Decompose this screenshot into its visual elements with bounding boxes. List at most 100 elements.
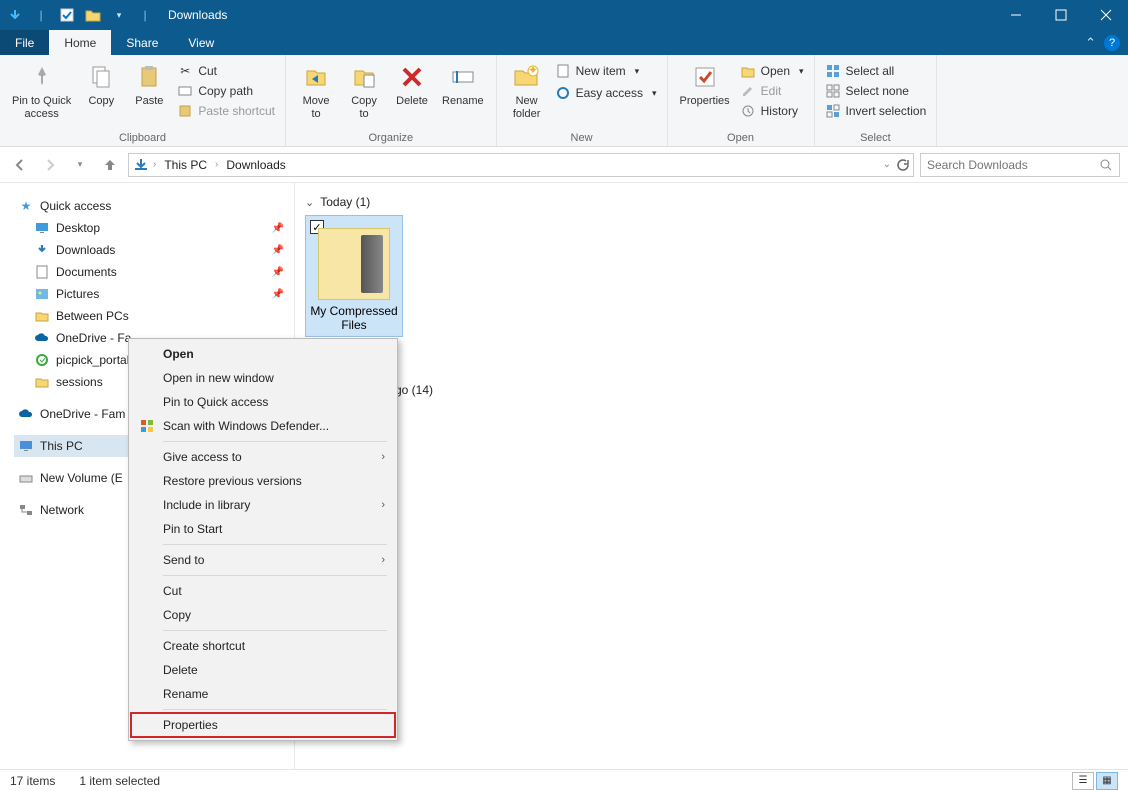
menu-bar: File Home Share View ⌃ ? (0, 30, 1128, 55)
ctx-give-access[interactable]: Give access to› (131, 445, 395, 469)
documents-icon (34, 264, 50, 280)
new-folder-button[interactable]: ✦ New folder (503, 59, 551, 123)
forward-button[interactable] (38, 153, 62, 177)
rename-button[interactable]: Rename (436, 59, 490, 123)
ribbon-group-new: ✦ New folder New item▾ Easy access▾ New (497, 55, 668, 146)
tab-file[interactable]: File (0, 30, 49, 55)
copy-button[interactable]: Copy (77, 59, 125, 123)
maximize-button[interactable] (1038, 0, 1083, 30)
new-item-button[interactable]: New item▾ (551, 61, 661, 81)
open-button[interactable]: Open▾ (736, 61, 808, 81)
file-item-compressed[interactable]: ✓ My Compressed Files (305, 215, 403, 337)
paste-shortcut-button[interactable]: Paste shortcut (173, 101, 279, 121)
ctx-pin-start[interactable]: Pin to Start (131, 517, 395, 541)
close-button[interactable] (1083, 0, 1128, 30)
up-button[interactable] (98, 153, 122, 177)
details-view-button[interactable]: ☰ (1072, 772, 1094, 790)
window-buttons (993, 0, 1128, 30)
history-button[interactable]: History (736, 101, 808, 121)
delete-button[interactable]: Delete (388, 59, 436, 123)
breadcrumb-thispc[interactable]: This PC (160, 156, 211, 174)
minimize-button[interactable] (993, 0, 1038, 30)
copy-to-button[interactable]: Copy to (340, 59, 388, 123)
ctx-cut[interactable]: Cut (131, 579, 395, 603)
tree-pictures[interactable]: Pictures📌 (30, 283, 288, 305)
pin-to-quick-access-button[interactable]: Pin to Quick access (6, 59, 77, 123)
ctx-restore-versions[interactable]: Restore previous versions (131, 469, 395, 493)
refresh-button[interactable] (895, 158, 909, 172)
help-icon[interactable]: ? (1104, 35, 1120, 51)
file-content-pane[interactable]: ⌄ Today (1) ✓ My Compressed Files go (14… (295, 183, 1128, 769)
move-to-button[interactable]: Move to (292, 59, 340, 123)
ctx-rename[interactable]: Rename (131, 682, 395, 706)
path-icon (177, 83, 193, 99)
qat-dropdown-icon[interactable]: ▾ (108, 4, 130, 26)
address-bar[interactable]: › This PC › Downloads ⌄ (128, 153, 914, 177)
qat-separator: | (30, 4, 52, 26)
group-label-open: Open (674, 130, 808, 144)
crumb-sep-1[interactable]: › (215, 159, 218, 170)
search-box[interactable] (920, 153, 1120, 177)
group-header-earlier[interactable]: go (14) (395, 383, 1118, 397)
tree-between-pcs[interactable]: Between PCs (30, 305, 288, 327)
ctx-separator (163, 441, 387, 442)
chevron-down-icon: ⌄ (305, 196, 314, 209)
tree-desktop[interactable]: Desktop📌 (30, 217, 288, 239)
edit-button[interactable]: Edit (736, 81, 808, 101)
tree-downloads[interactable]: Downloads📌 (30, 239, 288, 261)
ctx-properties[interactable]: Properties (131, 713, 395, 737)
window-title: Downloads (168, 8, 227, 22)
tree-quick-access[interactable]: ★Quick access (14, 195, 288, 217)
open-icon (740, 63, 756, 79)
copy-icon (85, 61, 117, 93)
ctx-separator (163, 575, 387, 576)
back-button[interactable] (8, 153, 32, 177)
folder-icon[interactable] (82, 4, 104, 26)
group-header-today[interactable]: ⌄ Today (1) (305, 195, 1118, 209)
tab-view[interactable]: View (173, 30, 229, 55)
easy-access-button[interactable]: Easy access▾ (551, 83, 661, 103)
properties-button[interactable]: Properties (674, 59, 736, 123)
history-icon (740, 103, 756, 119)
search-input[interactable] (927, 158, 1099, 172)
invert-selection-button[interactable]: Invert selection (821, 101, 931, 121)
ctx-open[interactable]: Open (131, 342, 395, 366)
ribbon-collapse-icon[interactable]: ⌃ (1085, 35, 1096, 51)
properties-checkbox-icon[interactable] (56, 4, 78, 26)
crumb-sep-0[interactable]: › (153, 159, 156, 170)
ctx-include-library[interactable]: Include in library› (131, 493, 395, 517)
ctx-pin-quick-access[interactable]: Pin to Quick access (131, 390, 395, 414)
ctx-send-to[interactable]: Send to› (131, 548, 395, 572)
paste-button[interactable]: Paste (125, 59, 173, 123)
pin-icon: 📌 (272, 245, 284, 256)
shortcut-icon (177, 103, 193, 119)
icons-view-button[interactable]: ▦ (1096, 772, 1118, 790)
ribbon: Pin to Quick access Copy Paste ✂Cut Copy… (0, 55, 1128, 147)
onedrive-icon (34, 330, 50, 346)
tree-documents[interactable]: Documents📌 (30, 261, 288, 283)
new-folder-icon: ✦ (511, 61, 543, 93)
network-icon (18, 502, 34, 518)
cut-button[interactable]: ✂Cut (173, 61, 279, 81)
ctx-scan-defender[interactable]: Scan with Windows Defender... (131, 414, 395, 438)
ctx-create-shortcut[interactable]: Create shortcut (131, 634, 395, 658)
down-arrow-icon[interactable] (4, 4, 26, 26)
breadcrumb-downloads[interactable]: Downloads (222, 156, 289, 174)
ctx-copy[interactable]: Copy (131, 603, 395, 627)
recent-dropdown[interactable]: ▾ (68, 153, 92, 177)
ctx-delete[interactable]: Delete (131, 658, 395, 682)
ctx-open-new-window[interactable]: Open in new window (131, 366, 395, 390)
chevron-right-icon: › (381, 451, 385, 463)
copy-path-button[interactable]: Copy path (173, 81, 279, 101)
select-none-button[interactable]: Select none (821, 81, 931, 101)
status-item-count: 17 items (10, 774, 55, 788)
svg-text:✦: ✦ (528, 65, 538, 77)
select-all-button[interactable]: Select all (821, 61, 931, 81)
tab-home[interactable]: Home (49, 30, 111, 55)
search-icon[interactable] (1099, 158, 1113, 172)
pin-icon: 📌 (272, 267, 284, 278)
address-dropdown[interactable]: ⌄ (883, 159, 891, 170)
tab-share[interactable]: Share (111, 30, 173, 55)
pin-icon (26, 61, 58, 93)
navigation-bar: ▾ › This PC › Downloads ⌄ (0, 147, 1128, 183)
